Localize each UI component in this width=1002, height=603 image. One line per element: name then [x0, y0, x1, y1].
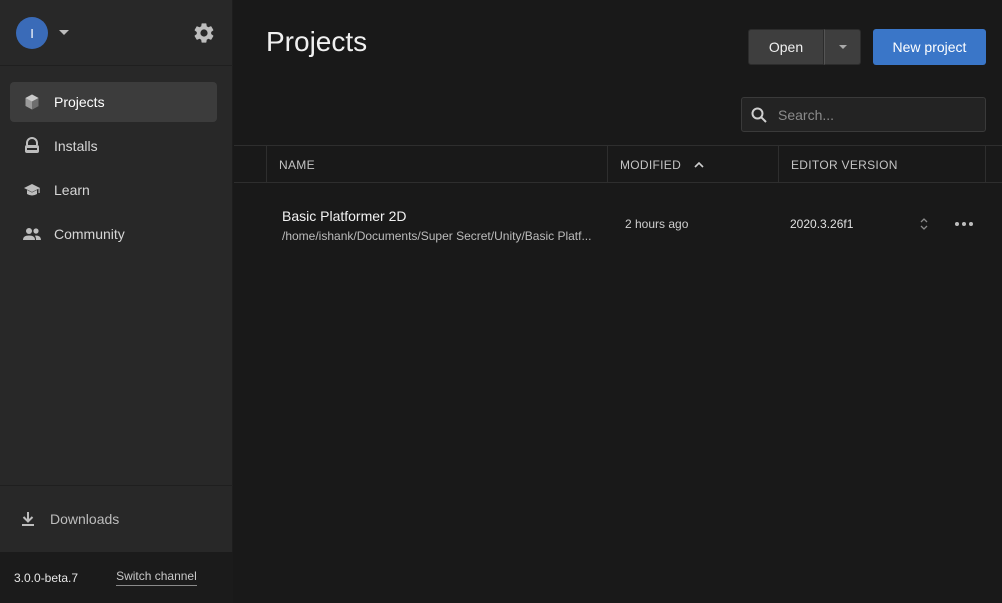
download-icon: [22, 512, 34, 526]
chevron-down-icon: [838, 45, 847, 49]
sort-ascending-icon: [694, 161, 704, 168]
chevron-updown-icon[interactable]: [918, 216, 930, 232]
cube-icon: [22, 92, 42, 112]
sidebar-item-label: Learn: [54, 182, 90, 198]
downloads-button[interactable]: Downloads: [0, 485, 233, 552]
people-icon: [22, 224, 42, 244]
column-divider[interactable]: [985, 146, 986, 183]
sidebar-item-community[interactable]: Community: [10, 214, 217, 254]
project-editor-version: 2020.3.26f1: [790, 217, 854, 231]
new-project-button[interactable]: New project: [873, 29, 986, 65]
sidebar-item-learn[interactable]: Learn: [10, 170, 217, 210]
sidebar-item-installs[interactable]: Installs: [10, 126, 217, 166]
column-header-editor-version[interactable]: EDITOR VERSION: [791, 146, 898, 183]
lock-icon: [22, 136, 42, 156]
sidebar-header: I: [0, 0, 233, 66]
project-path: /home/ishank/Documents/Super Secret/Unit…: [282, 229, 592, 243]
downloads-label: Downloads: [50, 511, 120, 527]
table-header: NAME MODIFIED EDITOR VERSION: [234, 145, 1002, 183]
sidebar: I Projects Installs Learn Community Down…: [0, 0, 233, 603]
hub-window: I Projects Installs Learn Community Down…: [0, 0, 1002, 603]
column-divider: [266, 146, 267, 183]
open-button[interactable]: Open: [748, 29, 824, 65]
column-divider[interactable]: [607, 146, 608, 183]
more-options-icon[interactable]: [953, 214, 975, 234]
page-title: Projects: [266, 26, 368, 57]
column-label: EDITOR VERSION: [791, 157, 898, 172]
version-text: 3.0.0-beta.7: [14, 570, 79, 585]
sidebar-item-label: Community: [54, 226, 125, 242]
table-row[interactable]: Basic Platformer 2D /home/ishank/Documen…: [234, 184, 1002, 266]
search-box[interactable]: [741, 97, 986, 132]
switch-channel-link[interactable]: Switch channel: [116, 569, 197, 586]
sidebar-item-label: Installs: [54, 138, 98, 154]
main-panel: Projects Open New project NAME: [234, 0, 1002, 603]
project-modified: 2 hours ago: [625, 217, 689, 231]
search-input[interactable]: [778, 106, 978, 123]
avatar[interactable]: I: [16, 17, 48, 49]
column-label: MODIFIED: [620, 157, 682, 172]
search-icon: [751, 107, 767, 123]
graduation-cap-icon: [22, 180, 42, 200]
column-header-name[interactable]: NAME: [279, 146, 315, 183]
column-label: NAME: [279, 157, 315, 172]
column-divider[interactable]: [778, 146, 779, 183]
project-name: Basic Platformer 2D: [282, 208, 407, 224]
gear-icon[interactable]: [192, 21, 216, 45]
sidebar-item-label: Projects: [54, 94, 105, 110]
chevron-down-icon[interactable]: [57, 26, 71, 40]
open-dropdown-button[interactable]: [824, 29, 861, 65]
open-button-group: Open: [748, 29, 861, 65]
sidebar-item-projects[interactable]: Projects: [10, 82, 217, 122]
column-header-modified[interactable]: MODIFIED: [620, 146, 705, 183]
version-bar: 3.0.0-beta.7 Switch channel: [0, 552, 233, 603]
